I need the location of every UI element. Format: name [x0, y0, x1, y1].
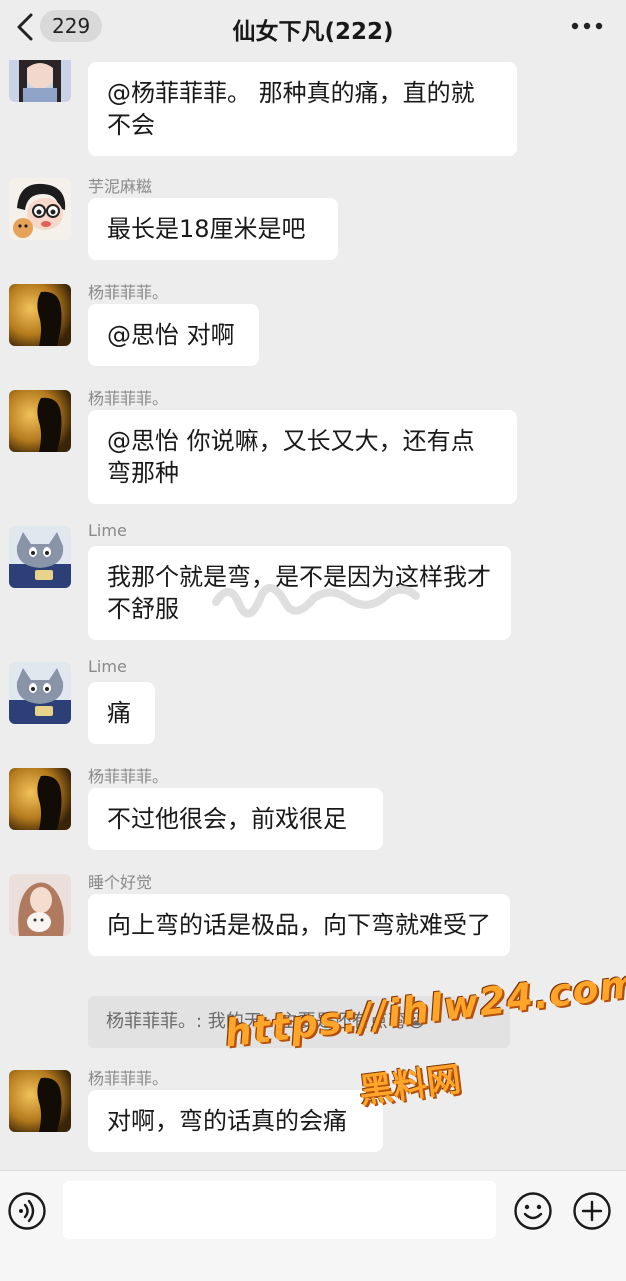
- message-bubble[interactable]: @杨菲菲菲。 那种真的痛，直的就不会: [88, 62, 517, 156]
- redaction-scribble: [212, 583, 420, 618]
- girl-with-cat-avatar[interactable]: [9, 874, 71, 936]
- cartoon-cat-avatar[interactable]: [9, 526, 71, 588]
- input-bar: [0, 1170, 626, 1281]
- sender-name: 杨菲菲菲。: [88, 389, 169, 408]
- message-bubble[interactable]: 不过他很会，前戏很足: [88, 788, 383, 850]
- golden-silhouette-avatar[interactable]: [9, 1070, 71, 1132]
- voice-input-icon[interactable]: [7, 1191, 47, 1231]
- golden-silhouette-avatar[interactable]: [9, 768, 71, 830]
- add-icon[interactable]: [572, 1191, 612, 1231]
- sender-name: 杨菲菲菲。: [88, 767, 169, 786]
- sender-name: Lime: [88, 521, 127, 540]
- cartoon-cat-avatar[interactable]: [9, 662, 71, 724]
- sender-name: Lime: [88, 657, 127, 676]
- quoted-reply[interactable]: 杨菲菲菲。: 我的天，主要是还有点弯😭: [88, 996, 510, 1048]
- sender-name: 睡个好觉: [88, 873, 153, 892]
- emoji-icon[interactable]: [513, 1191, 553, 1231]
- cartoon-girl-avatar[interactable]: [9, 178, 71, 240]
- chat-header: 229 仙女下凡(222): [0, 0, 626, 56]
- sender-name: 芋泥麻糍: [88, 177, 153, 196]
- message-bubble[interactable]: 向上弯的话是极品，向下弯就难受了: [88, 894, 510, 956]
- sender-name: 杨菲菲菲。: [88, 1069, 169, 1088]
- message-bubble[interactable]: @思怡 对啊: [88, 304, 259, 366]
- message-input[interactable]: [63, 1181, 496, 1239]
- sender-name: 杨菲菲菲。: [88, 283, 169, 302]
- message-bubble[interactable]: 最长是18厘米是吧: [88, 198, 338, 260]
- message-bubble[interactable]: 痛: [88, 682, 155, 744]
- golden-silhouette-avatar[interactable]: [9, 390, 71, 452]
- message-bubble[interactable]: @思怡 你说嘛，又长又大，还有点弯那种: [88, 410, 517, 504]
- chat-title: 仙女下凡(222): [232, 19, 394, 45]
- message-bubble[interactable]: 对啊，弯的话真的会痛: [88, 1090, 383, 1152]
- golden-silhouette-avatar[interactable]: [9, 284, 71, 346]
- more-options-icon[interactable]: [570, 14, 604, 38]
